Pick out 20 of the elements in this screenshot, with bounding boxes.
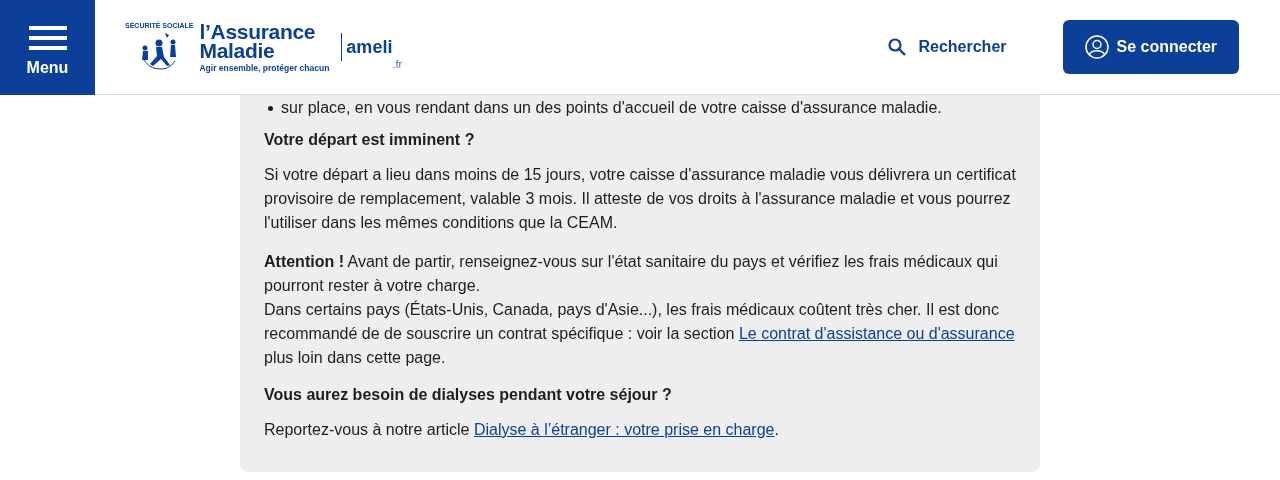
menu-button[interactable]: Menu <box>0 0 95 95</box>
login-button[interactable]: Se connecter <box>1062 20 1239 74</box>
brand-name: l’Assurance <box>199 21 317 41</box>
menu-icon <box>28 25 67 50</box>
paragraph: Si votre départ a lieu dans moins de 15 jours, votre caisse d'assurance maladie vous délivrera un certificat provisoire de remplacement, valable 3 mois. Il atteste de vos droits à l'assurance maladie et vous pourrez l'utiliser dans les mêmes conditions que la CEAM. <box>264 165 1016 233</box>
search-icon <box>888 38 907 56</box>
site-domain: .fr <box>392 57 403 70</box>
section-heading: Vous aurez besoin de dialyses pendant votre séjour ? <box>264 385 673 405</box>
user-icon <box>1084 35 1109 59</box>
bullet-dot <box>268 106 273 111</box>
paragraph: Reportez-vous à notre article Dialyse à l’étranger : votre prise en charge. <box>264 420 780 440</box>
brand-name: Maladie <box>199 40 275 60</box>
site-name: ameli <box>346 36 393 58</box>
search-link[interactable]: Rechercher <box>888 38 1007 56</box>
section-heading: Votre départ est imminent ? <box>264 130 476 150</box>
inline-link[interactable]: Le contrat d'assistance ou d'assurance <box>738 325 1015 342</box>
paragraph: Attention ! Avant de partir, renseignez-vous sur l'état sanitaire du pays et vérifiez les frais médicaux qui pourront rester à votre charge. Dans certains pays (États-Unis, Canada, pays d'Asie...), les frais médicaux coûtent très cher. Il est donc recommandé de de souscrire un contrat spécifique : voir la section Le contrat d'assistance ou d'assurance plus loin dans cette page. <box>264 252 1016 368</box>
inline-link[interactable]: Dialyse à l’étranger : votre prise en charge <box>473 421 775 438</box>
tagline: Agir ensemble, protéger chacun <box>199 62 330 73</box>
list-item-text: sur place, en vous rendant dans un des points d'accueil de votre caisse d'assurance maladie. <box>281 98 942 118</box>
